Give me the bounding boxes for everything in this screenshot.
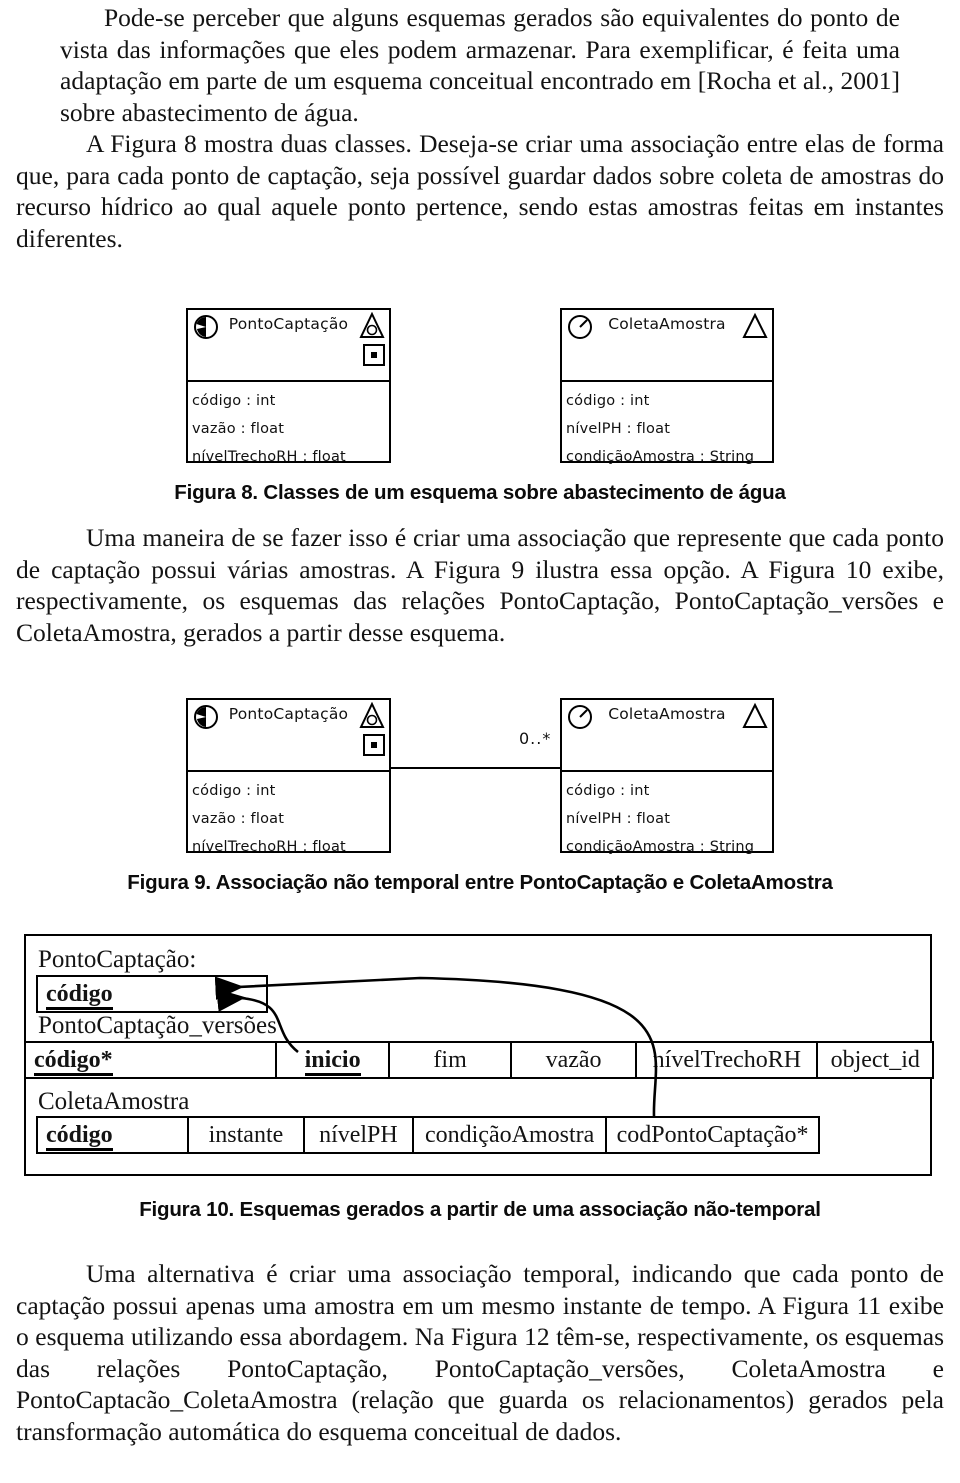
relation-column: código	[38, 977, 266, 1011]
uml-attribute: vazão : float	[192, 811, 285, 827]
relation-column-label: inicio	[304, 1047, 361, 1076]
association-line	[389, 767, 562, 769]
relation-column: nívelPH	[305, 1118, 415, 1152]
relation-column: instante	[189, 1118, 305, 1152]
paragraph-4: Uma alternativa é criar uma associação t…	[16, 1258, 944, 1447]
relation-name-pontocaptacao-versoes: PontoCaptação_versões	[38, 1012, 277, 1039]
triangle-icon	[359, 701, 385, 734]
relation-column: inicio	[277, 1043, 391, 1077]
relation-name-pontocaptacao: PontoCaptação:	[38, 946, 197, 973]
uml-attribute: nívelTrechoRH : float	[192, 449, 346, 465]
uml-class-header: ColetaAmostra	[562, 700, 772, 772]
uml-class-attributes: código : int nívelPH : float condiçãoAmo…	[562, 772, 772, 865]
uml-attribute: código : int	[566, 783, 650, 799]
figure-9-caption: Figura 9. Associação não temporal entre …	[127, 871, 833, 894]
paragraph-3: Uma maneira de se fazer isso é criar uma…	[16, 522, 944, 648]
relation-column: condiçãoAmostra	[414, 1118, 608, 1152]
uml-attribute: condiçãoAmostra : String	[566, 839, 755, 855]
paragraph-1: Pode-se perceber que alguns esquemas ger…	[60, 2, 900, 128]
paragraph-2: A Figura 8 mostra duas classes. Deseja-s…	[16, 128, 944, 254]
relation-column-label: código*	[34, 1047, 113, 1076]
relation-column: codPontoCaptação*	[616, 1122, 809, 1148]
figure-10-caption: Figura 10. Esquemas gerados a partir de …	[139, 1198, 821, 1221]
uml-attribute: condiçãoAmostra : String	[566, 449, 755, 465]
uml-attribute: nívelPH : float	[566, 421, 671, 437]
relation-column: fim	[390, 1043, 512, 1077]
uml-class-attributes: código : int nívelPH : float condiçãoAmo…	[562, 382, 772, 475]
uml-attribute: código : int	[192, 393, 276, 409]
uml-class-name: ColetaAmostra	[608, 315, 726, 333]
square-marker-icon	[363, 734, 385, 756]
relation-column: código*	[26, 1043, 277, 1077]
paragraph-3-text: Uma maneira de se fazer isso é criar uma…	[16, 523, 944, 647]
relation-name-coletaamostra: ColetaAmostra	[38, 1088, 190, 1115]
uml-class-coletaamostra-fig8: ColetaAmostra código : int nívelPH : flo…	[560, 308, 774, 465]
relation-column: nívelTrechoRH	[637, 1043, 819, 1077]
uml-class-header: PontoCaptação	[188, 310, 389, 382]
paragraph-2-text: A Figura 8 mostra duas classes. Deseja-s…	[16, 129, 944, 253]
relation-column: vazão	[512, 1043, 638, 1077]
uml-attribute: nívelPH : float	[566, 811, 671, 827]
paragraph-4-text: Uma alternativa é criar uma associação t…	[16, 1259, 944, 1446]
uml-class-attributes: código : int vazão : float nívelTrechoRH…	[188, 382, 389, 475]
uml-attribute: nívelTrechoRH : float	[192, 839, 346, 855]
uml-attribute: código : int	[192, 783, 276, 799]
uml-class-header: ColetaAmostra	[562, 310, 772, 382]
square-marker-icon	[363, 344, 385, 366]
uml-attribute: vazão : float	[192, 421, 285, 437]
triangle-icon	[742, 702, 768, 734]
paragraph-1-text: Pode-se perceber que alguns esquemas ger…	[60, 3, 900, 127]
figure-8-caption: Figura 8. Classes de um esquema sobre ab…	[174, 481, 786, 504]
multiplicity-label: 0..*	[519, 729, 552, 748]
uml-class-attributes: código : int vazão : float nívelTrechoRH…	[188, 772, 389, 865]
triangle-icon	[742, 312, 768, 344]
relation-column: object_id	[830, 1047, 920, 1073]
uml-class-pontocaptacao-fig9: PontoCaptação código : int vazão : float…	[186, 698, 391, 855]
relation-column-label: código	[46, 981, 113, 1010]
uml-attribute: código : int	[566, 393, 650, 409]
relation-column: código	[38, 1118, 190, 1152]
uml-class-header: PontoCaptação	[188, 700, 389, 772]
relation-table-coletaamostra: código instante nívelPH condiçãoAmostra …	[36, 1116, 820, 1154]
relation-column-label: código	[46, 1122, 113, 1151]
uml-class-name: ColetaAmostra	[608, 705, 726, 723]
triangle-icon	[359, 311, 385, 344]
uml-class-pontocaptacao-fig8: PontoCaptação código : int vazão : float…	[186, 308, 391, 465]
uml-class-coletaamostra-fig9: ColetaAmostra código : int nívelPH : flo…	[560, 698, 774, 855]
relation-table-pontocaptacao-versoes: código* inicio fim vazão nívelTrechoRH o…	[24, 1041, 934, 1079]
relation-table-pontocaptacao: código	[36, 975, 268, 1013]
